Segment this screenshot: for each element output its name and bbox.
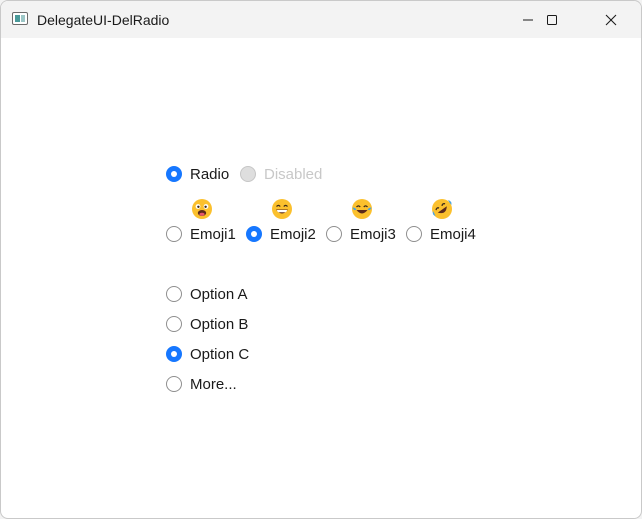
close-icon <box>605 14 617 25</box>
emoji3-radio-option[interactable]: Emoji3 <box>326 224 396 244</box>
radio-label: Radio <box>190 165 230 183</box>
title-bar[interactable]: DelegateUI-DelRadio <box>1 1 641 38</box>
emoji4-radio-option[interactable]: Emoji4 <box>406 224 476 244</box>
emoji1-label: Emoji1 <box>190 225 236 243</box>
radio-button-unchecked[interactable] <box>406 226 422 242</box>
emoji2-radio-option[interactable]: Emoji2 <box>246 224 316 244</box>
radio-button-unchecked[interactable] <box>166 316 182 332</box>
option-c-radio-option[interactable]: Option C <box>166 344 249 364</box>
radio-button-unchecked[interactable] <box>326 226 342 242</box>
emoji1-radio-option[interactable]: Emoji1 <box>166 224 236 244</box>
radio-option[interactable]: Radio <box>166 164 229 184</box>
radio-button-unchecked[interactable] <box>166 376 182 392</box>
option-a-radio-option[interactable]: Option A <box>166 284 248 304</box>
option-b-label: Option B <box>190 315 249 333</box>
maximize-button[interactable] <box>529 1 575 38</box>
rolling-laughing-emoji-icon <box>431 198 453 220</box>
silly-face-emoji-icon <box>191 198 213 220</box>
emoji4-label: Emoji4 <box>430 225 476 243</box>
maximize-icon <box>547 14 557 25</box>
window-title: DelegateUI-DelRadio <box>37 12 170 28</box>
grinning-face-emoji-icon <box>271 198 293 220</box>
radio-button-unchecked[interactable] <box>166 286 182 302</box>
close-button[interactable] <box>588 1 634 38</box>
option-a-label: Option A <box>190 285 248 303</box>
radio-button-checked[interactable] <box>166 346 182 362</box>
radio-button-checked[interactable] <box>246 226 262 242</box>
option-c-label: Option C <box>190 345 250 363</box>
disabled-label: Disabled <box>264 165 323 183</box>
tears-of-joy-emoji-icon <box>351 198 373 220</box>
radio-button-unchecked[interactable] <box>166 226 182 242</box>
more-radio-option[interactable]: More... <box>166 374 237 394</box>
radio-button-checked[interactable] <box>166 166 182 182</box>
radio-button-disabled <box>240 166 256 182</box>
emoji3-label: Emoji3 <box>350 225 396 243</box>
more-label: More... <box>190 375 237 393</box>
app-window: DelegateUI-DelRadio Radio Disabled Emoji… <box>0 0 642 519</box>
disabled-radio-option: Disabled <box>240 164 322 184</box>
emoji2-label: Emoji2 <box>270 225 316 243</box>
option-b-radio-option[interactable]: Option B <box>166 314 248 334</box>
app-icon <box>12 12 28 25</box>
